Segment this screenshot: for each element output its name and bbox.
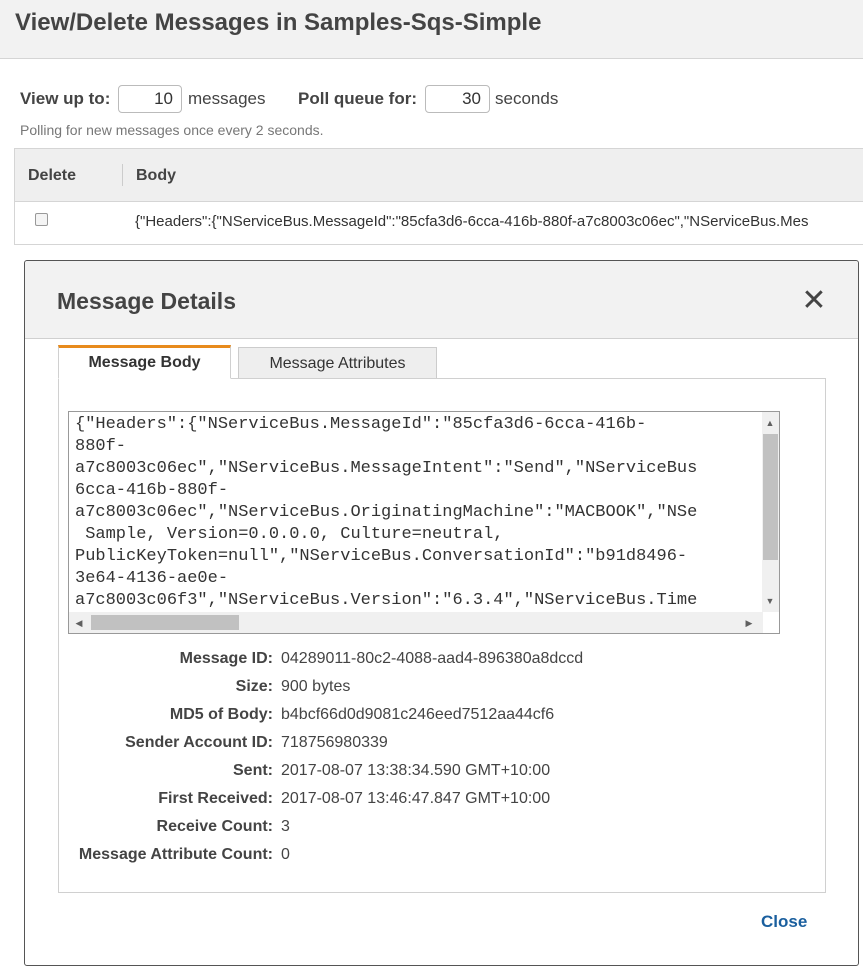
table-header: Delete Body (15, 149, 863, 202)
message-body-line: a7c8003c06ec","NServiceBus.OriginatingMa… (75, 503, 698, 522)
detail-row-size: Size: 900 bytes (59, 673, 827, 701)
detail-value: 2017-08-07 13:46:47.847 GMT+10:00 (281, 790, 551, 807)
delete-checkbox[interactable] (35, 213, 48, 226)
message-body-line: a7c8003c06f3","NServiceBus.Version":"6.3… (75, 591, 698, 610)
message-body-line: 3e64-4136-ae0e- (75, 569, 229, 588)
queue-controls: View up to: messages Poll queue for: sec… (20, 85, 720, 113)
detail-row-sender-account-id: Sender Account ID: 718756980339 (59, 729, 827, 757)
detail-row-message-id: Message ID: 04289011-80c2-4088-aad4-8963… (59, 645, 827, 673)
poll-queue-label: Poll queue for: (298, 89, 417, 108)
message-body-line: {"Headers":{"NServiceBus.MessageId":"85c… (75, 415, 647, 434)
page-header: View/Delete Messages in Samples-Sqs-Simp… (0, 0, 863, 59)
message-details-dialog: Message Details ✕ Message Body Message A… (24, 260, 859, 966)
view-count-input[interactable] (118, 85, 182, 113)
detail-value: 900 bytes (281, 678, 351, 695)
scroll-right-arrow-icon[interactable]: ▶ (743, 618, 755, 628)
detail-row-first-received: First Received: 2017-08-07 13:46:47.847 … (59, 785, 827, 813)
detail-label: First Received: (158, 790, 273, 807)
tab-panel-message-body: {"Headers":{"NServiceBus.MessageId":"85c… (58, 378, 826, 893)
close-button[interactable]: Close (761, 912, 807, 932)
detail-row-receive-count: Receive Count: 3 (59, 813, 827, 841)
polling-note: Polling for new messages once every 2 se… (20, 122, 324, 138)
column-header-body[interactable]: Body (136, 167, 176, 185)
tab-message-attributes[interactable]: Message Attributes (238, 347, 437, 379)
tab-message-body[interactable]: Message Body (58, 345, 231, 379)
scroll-down-arrow-icon[interactable]: ▼ (764, 596, 776, 606)
message-body-line: PublicKeyToken=null","NServiceBus.Conver… (75, 547, 688, 566)
column-header-delete[interactable]: Delete (28, 167, 76, 185)
view-count-suffix: messages (188, 89, 266, 108)
page-title: View/Delete Messages in Samples-Sqs-Simp… (15, 9, 542, 36)
detail-label: Sender Account ID: (125, 734, 273, 751)
vertical-scrollbar[interactable]: ▲ ▼ (762, 412, 779, 612)
detail-label: MD5 of Body: (169, 706, 273, 723)
poll-seconds-input[interactable] (425, 85, 490, 113)
message-body-text[interactable]: {"Headers":{"NServiceBus.MessageId":"85c… (75, 414, 763, 610)
scroll-left-arrow-icon[interactable]: ◀ (73, 618, 85, 628)
scroll-up-arrow-icon[interactable]: ▲ (764, 418, 776, 428)
close-icon[interactable]: ✕ (800, 286, 828, 316)
detail-row-md5: MD5 of Body: b4bcf66d0d9081c246eed7512aa… (59, 701, 827, 729)
detail-value: 3 (281, 818, 290, 835)
detail-value: 04289011-80c2-4088-aad4-896380a8dccd (281, 650, 584, 667)
dialog-header: Message Details ✕ (25, 261, 858, 339)
detail-label: Message Attribute Count: (78, 846, 273, 863)
horizontal-scroll-thumb[interactable] (91, 615, 239, 630)
message-body-cell[interactable]: {"Headers":{"NServiceBus.MessageId":"85c… (135, 213, 863, 230)
detail-label: Sent: (233, 762, 273, 779)
detail-value: 2017-08-07 13:38:34.590 GMT+10:00 (281, 762, 551, 779)
message-body-textarea[interactable]: {"Headers":{"NServiceBus.MessageId":"85c… (68, 411, 780, 634)
poll-seconds-suffix: seconds (495, 89, 559, 108)
message-body-line: 880f- (75, 437, 127, 456)
detail-value: b4bcf66d0d9081c246eed7512aa44cf6 (281, 706, 555, 723)
detail-value: 0 (281, 846, 290, 863)
detail-row-attribute-count: Message Attribute Count: 0 (59, 841, 827, 869)
message-body-line: 6cca-416b-880f- (75, 481, 229, 500)
horizontal-scrollbar[interactable]: ◀ ▶ (69, 612, 763, 633)
message-body-line: a7c8003c06ec","NServiceBus.MessageIntent… (75, 459, 698, 478)
detail-label: Receive Count: (156, 818, 273, 835)
message-body-line: Sample, Version=0.0.0.0, Culture=neutral… (75, 525, 504, 544)
messages-table: Delete Body {"Headers":{"NServiceBus.Mes… (14, 148, 863, 245)
detail-label: Size: (235, 678, 273, 695)
dialog-title: Message Details (57, 288, 236, 314)
detail-label: Message ID: (179, 650, 273, 667)
column-divider (122, 164, 123, 186)
vertical-scroll-thumb[interactable] (763, 434, 778, 560)
detail-row-sent: Sent: 2017-08-07 13:38:34.590 GMT+10:00 (59, 757, 827, 785)
view-up-to-label: View up to: (20, 89, 111, 108)
detail-value: 718756980339 (281, 734, 388, 751)
